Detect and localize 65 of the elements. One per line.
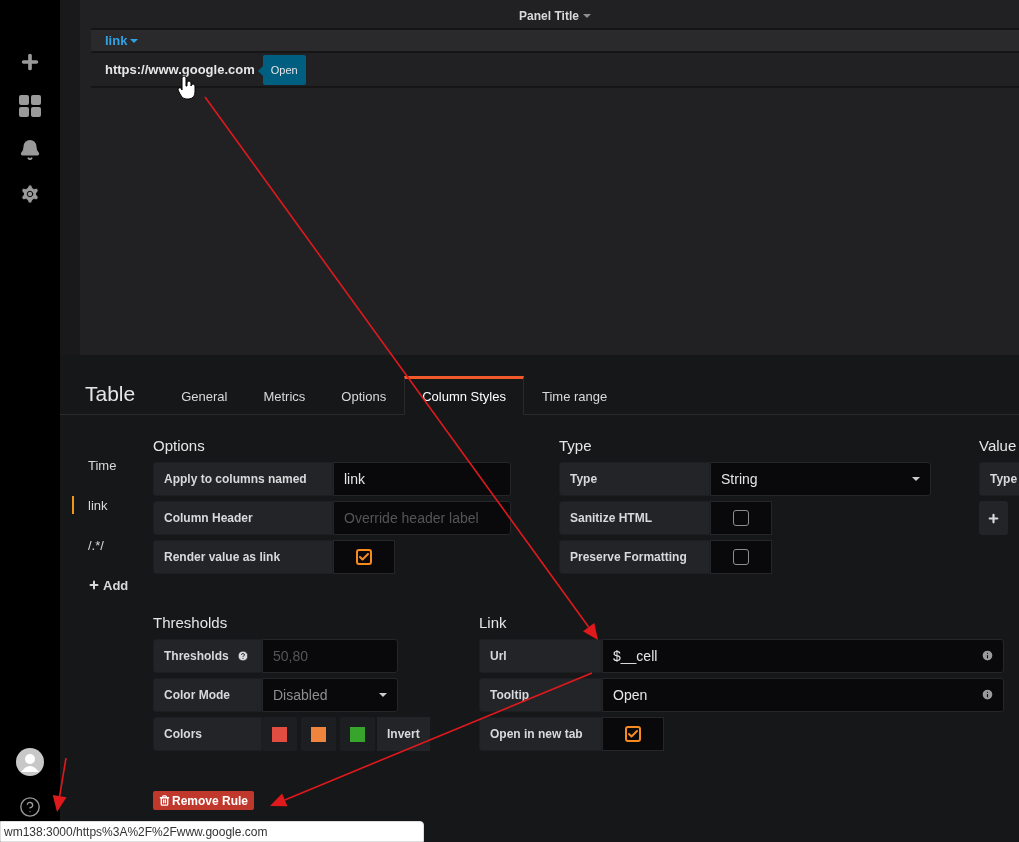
- text-field[interactable]: 50,80: [262, 639, 398, 673]
- text-field[interactable]: Override header label: [333, 501, 511, 535]
- select-field[interactable]: Disabled: [262, 678, 398, 712]
- table-link[interactable]: https://www.google.com: [105, 62, 255, 77]
- field-label: Color Mode: [153, 678, 262, 712]
- editor-title: Table: [85, 381, 136, 407]
- text-field[interactable]: Open: [602, 678, 1004, 712]
- field-label: Thresholds: [153, 639, 262, 673]
- tab[interactable]: Column Styles: [404, 376, 524, 415]
- field-label: Type: [979, 462, 1019, 496]
- field-label: Sanitize HTML: [559, 501, 710, 535]
- text-field[interactable]: $__cell: [602, 639, 1004, 673]
- settings-icon[interactable]: [19, 183, 41, 205]
- trash-icon: [159, 795, 170, 806]
- tab[interactable]: Time range: [523, 376, 626, 415]
- caret-icon: [130, 38, 139, 43]
- text-field[interactable]: link: [333, 462, 511, 496]
- add-link[interactable]: Add: [103, 577, 129, 593]
- section-heading: Type: [559, 437, 593, 455]
- tab[interactable]: General: [163, 376, 246, 415]
- field-label: Open in new tab: [479, 717, 602, 751]
- plus-icon[interactable]: [19, 51, 41, 73]
- color-swatch[interactable]: [272, 726, 287, 742]
- color-swatch[interactable]: [350, 726, 365, 742]
- remove-rule-button[interactable]: Remove Rule: [153, 791, 255, 810]
- column-rule[interactable]: Time: [88, 457, 117, 473]
- caret-icon: [379, 693, 387, 697]
- field-label: Type: [559, 462, 710, 496]
- avatar-icon[interactable]: [16, 748, 44, 776]
- check-icon: [358, 551, 370, 563]
- field-label: Column Header: [153, 501, 333, 535]
- dashboards-icon[interactable]: [19, 95, 41, 117]
- column-rule[interactable]: /.*/: [88, 537, 104, 553]
- section-heading: Value: [979, 437, 1018, 455]
- hand-cursor-icon: [177, 75, 196, 100]
- plus-icon: [88, 579, 100, 591]
- checkbox[interactable]: [625, 726, 641, 742]
- color-swatch[interactable]: [311, 726, 326, 742]
- bell-icon[interactable]: [19, 139, 41, 161]
- help-icon[interactable]: [19, 796, 41, 818]
- field-label: Colors: [153, 717, 262, 751]
- caret-icon: [912, 477, 920, 481]
- caret-icon: [582, 14, 591, 18]
- field-label: Url: [479, 639, 602, 673]
- field-label: Apply to columns named: [153, 462, 333, 496]
- select-field[interactable]: String: [710, 462, 931, 496]
- column-rule[interactable]: link: [88, 497, 108, 513]
- section-heading: Options: [153, 437, 206, 455]
- panel-title[interactable]: Panel Title: [519, 9, 579, 23]
- plus-icon[interactable]: [987, 511, 1000, 525]
- section-heading: Link: [479, 614, 508, 632]
- field-label: Render value as link: [153, 540, 333, 574]
- check-icon: [627, 728, 639, 740]
- section-heading: Thresholds: [153, 614, 229, 632]
- field-label: Preserve Formatting: [559, 540, 710, 574]
- checkbox[interactable]: [733, 510, 749, 526]
- annotation-arrow: [52, 757, 67, 812]
- column-header[interactable]: link: [105, 33, 139, 48]
- status-bar-url: wm138:3000/https%3A%2F%2Fwww.google.com: [0, 821, 424, 842]
- tab[interactable]: Options: [323, 376, 405, 415]
- tab[interactable]: Metrics: [245, 376, 324, 415]
- invert-button[interactable]: Invert: [377, 717, 430, 751]
- checkbox[interactable]: [356, 549, 372, 565]
- checkbox[interactable]: [733, 549, 749, 565]
- field-label: Tooltip: [479, 678, 602, 712]
